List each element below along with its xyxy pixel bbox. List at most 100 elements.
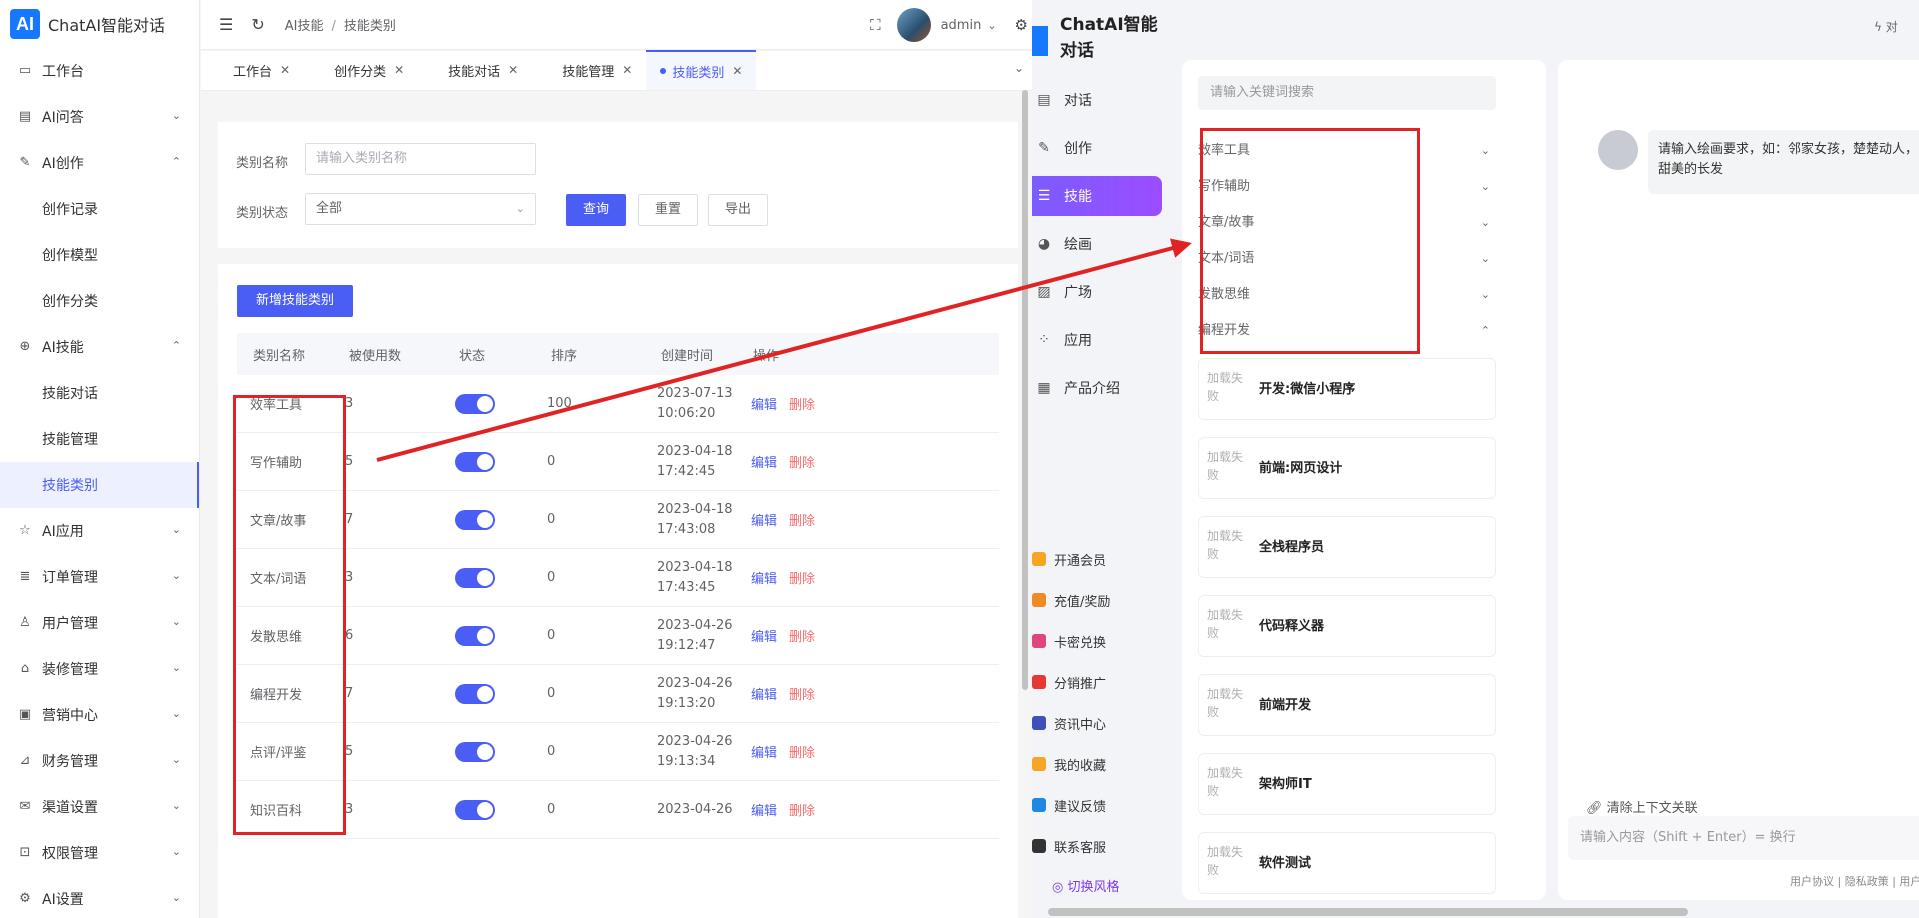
menu-collapse-icon[interactable]: ☰ bbox=[219, 15, 233, 34]
fullscreen-icon[interactable]: ⛶ bbox=[870, 16, 881, 34]
delete-link[interactable]: 删除 bbox=[789, 800, 815, 819]
sidebar-subitem[interactable]: 技能类别 bbox=[0, 462, 199, 508]
delete-link[interactable]: 删除 bbox=[789, 742, 815, 761]
sidebar-item[interactable]: ▣ 营销中心 ⌄ bbox=[0, 692, 199, 738]
edit-link[interactable]: 编辑 bbox=[751, 452, 777, 471]
category-name-input[interactable]: 请输入类别名称 bbox=[305, 143, 536, 175]
skill-card[interactable]: 加载失败 架构师IT bbox=[1198, 753, 1496, 815]
skill-card[interactable]: 加载失败 开发:微信小程序 bbox=[1198, 358, 1496, 420]
tabs-bar: 工作台 ✕ 创作分类 ✕ 技能对话 ✕ 技能管理 ✕ 技能类别 ✕ ⌄ bbox=[201, 50, 1032, 91]
sidebar-subitem[interactable]: 创作模型 bbox=[0, 232, 199, 278]
status-toggle[interactable] bbox=[455, 683, 495, 704]
sidebar-item[interactable]: ≣ 订单管理 ⌄ bbox=[0, 554, 199, 600]
breadcrumb-item[interactable]: AI技能 bbox=[285, 19, 324, 34]
delete-link[interactable]: 删除 bbox=[789, 568, 815, 587]
chat-nav-item[interactable]: ▦ 产品介绍 bbox=[1032, 368, 1162, 408]
status-toggle[interactable] bbox=[455, 799, 495, 820]
sidebar-item[interactable]: ▤ AI问答 ⌄ bbox=[0, 94, 199, 140]
chat-extra-item[interactable]: 卡密兑换 bbox=[1032, 623, 1162, 659]
delete-link[interactable]: 删除 bbox=[789, 452, 815, 471]
skill-search-input[interactable]: 请输入关键词搜索 bbox=[1198, 76, 1496, 110]
chat-input[interactable]: 请输入内容（Shift + Enter）= 换行 bbox=[1568, 816, 1919, 860]
chat-extra-item[interactable]: 分销推广 bbox=[1032, 664, 1162, 700]
chat-extra-item[interactable]: 联系客服 bbox=[1032, 828, 1162, 864]
sidebar-subitem[interactable]: 技能管理 bbox=[0, 416, 199, 462]
status-toggle[interactable] bbox=[455, 567, 495, 588]
skill-card[interactable]: 加载失败 前端开发 bbox=[1198, 674, 1496, 736]
close-icon[interactable]: ✕ bbox=[394, 63, 404, 77]
chat-nav-item[interactable]: ✎ 创作 bbox=[1032, 128, 1162, 168]
clear-context-button[interactable]: 🔗︎ 清除上下文关联 bbox=[1586, 797, 1698, 816]
delete-link[interactable]: 删除 bbox=[789, 394, 815, 413]
sidebar-item[interactable]: ⊿ 财务管理 ⌄ bbox=[0, 738, 199, 784]
chat-nav-item[interactable]: ◕ 绘画 bbox=[1032, 224, 1162, 264]
sidebar-item[interactable]: ☆ AI应用 ⌄ bbox=[0, 508, 199, 554]
edit-link[interactable]: 编辑 bbox=[751, 742, 777, 761]
chat-extra-item[interactable]: 我的收藏 bbox=[1032, 746, 1162, 782]
chevron-down-icon[interactable]: ⌄ bbox=[987, 19, 996, 32]
add-category-button[interactable]: 新增技能类别 bbox=[237, 285, 353, 317]
status-toggle[interactable] bbox=[455, 393, 495, 414]
sidebar-item[interactable]: ♙ 用户管理 ⌄ bbox=[0, 600, 199, 646]
export-button[interactable]: 导出 bbox=[708, 194, 768, 226]
sidebar-item[interactable]: ✎ AI创作 ⌃ bbox=[0, 140, 199, 186]
sidebar-item[interactable]: ⊡ 权限管理 ⌄ bbox=[0, 830, 199, 876]
sidebar-item[interactable]: ⊕ AI技能 ⌃ bbox=[0, 324, 199, 370]
chat-extra-item[interactable]: 资讯中心 bbox=[1032, 705, 1162, 741]
chat-extra-item[interactable]: 充值/奖励 bbox=[1032, 582, 1162, 618]
chat-nav-item[interactable]: ☰ 技能 bbox=[1032, 176, 1162, 216]
close-icon[interactable]: ✕ bbox=[280, 63, 290, 77]
sidebar-item[interactable]: ▭ 工作台 bbox=[0, 48, 199, 94]
tab-item[interactable]: 创作分类 ✕ bbox=[304, 50, 418, 90]
sidebar-item[interactable]: ⚙ AI设置 ⌄ bbox=[0, 876, 199, 918]
edit-link[interactable]: 编辑 bbox=[751, 626, 777, 645]
top-right-action[interactable]: ϟ 对 bbox=[1874, 18, 1919, 46]
close-icon[interactable]: ✕ bbox=[732, 64, 742, 78]
refresh-icon[interactable]: ↻ bbox=[251, 15, 264, 34]
reset-button[interactable]: 重置 bbox=[638, 194, 698, 226]
chat-extra-item[interactable]: 建议反馈 bbox=[1032, 787, 1162, 823]
settings-gear-icon[interactable]: ⚙ bbox=[1015, 16, 1028, 34]
chat-extra-item[interactable]: 开通会员 bbox=[1032, 541, 1162, 577]
horizontal-scrollbar[interactable] bbox=[1048, 908, 1688, 916]
edit-link[interactable]: 编辑 bbox=[751, 510, 777, 529]
tab-item[interactable]: 技能管理 ✕ bbox=[532, 50, 646, 90]
tabs-more-chevron-icon[interactable]: ⌄ bbox=[1014, 61, 1024, 75]
sidebar-item-label: AI设置 bbox=[42, 892, 84, 908]
skill-card[interactable]: 加载失败 软件测试 bbox=[1198, 832, 1496, 894]
delete-link[interactable]: 删除 bbox=[789, 684, 815, 703]
status-toggle[interactable] bbox=[455, 741, 495, 762]
close-icon[interactable]: ✕ bbox=[622, 63, 632, 77]
sidebar-subitem[interactable]: 技能对话 bbox=[0, 370, 199, 416]
edit-link[interactable]: 编辑 bbox=[751, 394, 777, 413]
skill-card[interactable]: 加载失败 全栈程序员 bbox=[1198, 516, 1496, 578]
status-select[interactable]: 全部 ⌄ bbox=[305, 193, 536, 225]
skill-card[interactable]: 加载失败 前端:网页设计 bbox=[1198, 437, 1496, 499]
vertical-scrollbar[interactable] bbox=[1022, 90, 1028, 690]
switch-style-button[interactable]: ◎ 切换风格 bbox=[1052, 876, 1120, 895]
edit-link[interactable]: 编辑 bbox=[751, 800, 777, 819]
status-toggle[interactable] bbox=[455, 625, 495, 646]
skill-card[interactable]: 加载失败 代码释义器 bbox=[1198, 595, 1496, 657]
footer-links[interactable]: 用户协议 | 隐私政策 | 用户文 bbox=[1790, 873, 1919, 889]
tab-item[interactable]: 技能对话 ✕ bbox=[418, 50, 532, 90]
edit-link[interactable]: 编辑 bbox=[751, 684, 777, 703]
query-button[interactable]: 查询 bbox=[566, 194, 626, 226]
sidebar-item[interactable]: ⌂ 装修管理 ⌄ bbox=[0, 646, 199, 692]
sidebar-subitem[interactable]: 创作记录 bbox=[0, 186, 199, 232]
status-toggle[interactable] bbox=[455, 509, 495, 530]
tab-item[interactable]: 技能类别 ✕ bbox=[646, 50, 757, 90]
sidebar-item[interactable]: ✉ 渠道设置 ⌄ bbox=[0, 784, 199, 830]
avatar[interactable] bbox=[896, 8, 931, 42]
delete-link[interactable]: 删除 bbox=[789, 626, 815, 645]
chat-nav-item[interactable]: ⁘ 应用 bbox=[1032, 320, 1162, 360]
edit-link[interactable]: 编辑 bbox=[751, 568, 777, 587]
username[interactable]: admin bbox=[941, 18, 982, 33]
chat-nav-item[interactable]: ▨ 广场 bbox=[1032, 272, 1162, 312]
close-icon[interactable]: ✕ bbox=[508, 63, 518, 77]
sidebar-subitem[interactable]: 创作分类 bbox=[0, 278, 199, 324]
tab-item[interactable]: 工作台 ✕ bbox=[201, 50, 304, 90]
status-toggle[interactable] bbox=[455, 451, 495, 472]
delete-link[interactable]: 删除 bbox=[789, 510, 815, 529]
chat-nav-item[interactable]: ▤ 对话 bbox=[1032, 80, 1162, 120]
